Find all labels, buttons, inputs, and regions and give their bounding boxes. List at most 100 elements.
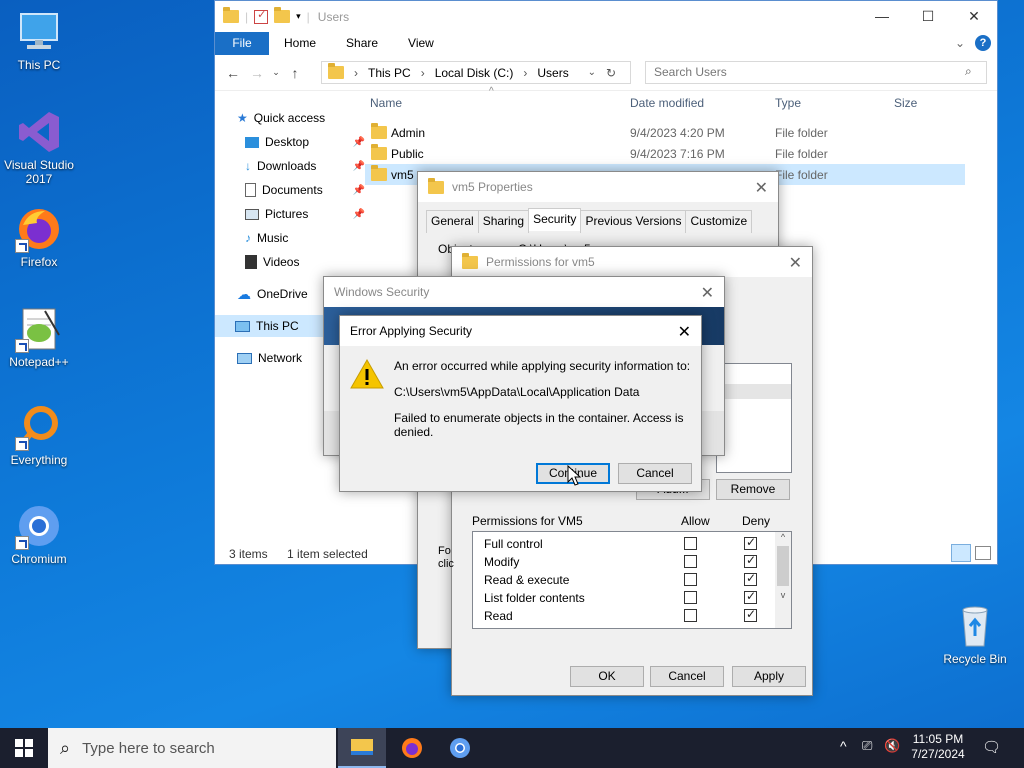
scroll-up-icon[interactable]: ^ <box>775 532 791 542</box>
table-row[interactable]: Admin 9/4/2023 4:20 PM File folder <box>365 122 965 143</box>
tab-previous-versions[interactable]: Previous Versions <box>580 210 687 233</box>
apply-button[interactable]: Apply <box>732 666 806 687</box>
error-dialog[interactable]: Error Applying Security ✕ An error occur… <box>339 315 702 492</box>
volume-muted-icon[interactable]: 🔇 <box>884 738 900 754</box>
breadcrumb-local-disk[interactable]: Local Disk (C:) <box>435 66 514 80</box>
ribbon-tab-view[interactable]: View <box>393 32 449 55</box>
folder-icon <box>223 7 239 23</box>
tab-customize[interactable]: Customize <box>685 210 753 233</box>
customize-qat-icon[interactable]: ▾ <box>296 11 301 22</box>
start-button[interactable] <box>0 728 48 768</box>
desktop-icon-visual-studio[interactable]: Visual Studio 2017 <box>0 108 78 186</box>
deny-checkbox[interactable] <box>744 571 757 586</box>
large-icons-view-icon[interactable] <box>975 546 991 560</box>
nav-pictures[interactable]: Pictures 📌 <box>245 203 365 225</box>
new-folder-icon[interactable] <box>274 7 291 23</box>
help-icon[interactable]: ? <box>975 35 991 51</box>
ok-button[interactable]: OK <box>570 666 644 687</box>
address-bar[interactable]: › This PC › Local Disk (C:) › Users ⌄ ↻ <box>321 61 631 84</box>
deny-checkbox[interactable] <box>744 607 757 622</box>
monitor-icon <box>15 8 63 56</box>
dialog-title-bar[interactable]: vm5 Properties ✕ <box>418 172 778 202</box>
breadcrumb-users[interactable]: Users <box>537 66 568 80</box>
column-header-size[interactable]: Size <box>894 96 917 110</box>
network-status-icon[interactable]: ⎚ <box>862 738 872 754</box>
cancel-button[interactable]: Cancel <box>618 463 692 484</box>
close-icon[interactable]: ✕ <box>701 283 714 303</box>
pin-icon: 📌 <box>352 184 365 196</box>
desktop-icon-this-pc[interactable]: This PC <box>0 8 78 72</box>
close-button[interactable]: ✕ <box>951 1 997 32</box>
expand-ribbon-icon[interactable]: ⌄ <box>955 32 975 55</box>
taskbar: ⌕ Type here to search ^ ⎚ 🔇 11:05 PM 7/2… <box>0 728 1024 768</box>
nav-downloads[interactable]: ↓ Downloads 📌 <box>245 155 365 177</box>
recent-locations-icon[interactable]: ⌄ <box>269 67 283 78</box>
cancel-button[interactable]: Cancel <box>650 666 724 687</box>
close-icon[interactable]: ✕ <box>678 322 691 342</box>
table-row[interactable]: Public 9/4/2023 7:16 PM File folder <box>365 143 965 164</box>
shortcut-arrow-icon <box>15 239 29 253</box>
tab-general[interactable]: General <box>426 210 479 233</box>
nav-documents[interactable]: Documents 📌 <box>245 179 365 201</box>
taskbar-firefox[interactable] <box>388 728 436 768</box>
firefox-icon <box>402 738 422 758</box>
ribbon-tab-home[interactable]: Home <box>269 32 331 55</box>
shortcut-arrow-icon <box>15 536 29 550</box>
forward-arrow-icon[interactable]: → <box>245 65 269 81</box>
maximize-button[interactable]: ☐ <box>905 1 951 32</box>
dialog-title: Permissions for vm5 <box>486 255 595 269</box>
nav-label: Network <box>258 351 303 365</box>
allow-checkbox[interactable] <box>684 555 697 568</box>
column-header-type[interactable]: Type <box>775 96 801 110</box>
group-list[interactable] <box>716 363 792 473</box>
vertical-scrollbar[interactable]: ^ v <box>775 532 791 628</box>
ribbon-file-tab[interactable]: File <box>215 32 269 55</box>
allow-checkbox[interactable] <box>684 609 697 622</box>
dialog-title-bar[interactable]: Permissions for vm5 ✕ <box>452 247 812 277</box>
taskbar-search[interactable]: ⌕ Type here to search <box>48 728 336 768</box>
properties-icon[interactable]: ✓ <box>254 9 269 24</box>
desktop-icon-notepadpp[interactable]: Notepad++ <box>0 305 78 369</box>
close-icon[interactable]: ✕ <box>789 253 802 273</box>
dialog-title-bar[interactable]: Windows Security ✕ <box>324 277 724 307</box>
nav-quick-access[interactable]: ★ Quick access <box>237 107 357 129</box>
scroll-down-icon[interactable]: v <box>775 590 791 600</box>
deny-checkbox[interactable] <box>744 589 757 604</box>
minimize-button[interactable]: — <box>859 1 905 32</box>
search-input[interactable]: Search Users <box>645 61 987 84</box>
up-arrow-icon[interactable]: ↑ <box>283 65 307 81</box>
notifications-icon[interactable]: 🗨 <box>982 738 1001 756</box>
taskbar-file-explorer[interactable] <box>338 728 386 768</box>
explorer-title-bar[interactable]: | ✓ ▾ | Users — ☐ ✕ <box>215 1 997 32</box>
desktop-icon-recycle-bin[interactable]: Recycle Bin <box>936 602 1014 666</box>
taskbar-chromium[interactable] <box>436 728 484 768</box>
desktop-icon-firefox[interactable]: Firefox <box>0 205 78 269</box>
ribbon-tab-share[interactable]: Share <box>331 32 393 55</box>
remove-button[interactable]: Remove <box>716 479 790 500</box>
nav-music[interactable]: ♪ Music <box>245 227 365 249</box>
deny-checkbox[interactable] <box>744 553 757 568</box>
allow-checkbox[interactable] <box>684 537 697 550</box>
allow-checkbox[interactable] <box>684 573 697 586</box>
breadcrumb-this-pc[interactable]: This PC <box>368 66 411 80</box>
address-dropdown-icon[interactable]: ⌄ <box>588 67 596 78</box>
desktop-icon-everything[interactable]: Everything <box>0 403 78 467</box>
details-view-icon[interactable] <box>951 544 971 562</box>
scroll-thumb[interactable] <box>777 546 789 586</box>
close-icon[interactable]: ✕ <box>755 178 768 198</box>
show-hidden-icons-icon[interactable]: ^ <box>840 738 847 754</box>
allow-checkbox[interactable] <box>684 591 697 604</box>
column-header-date[interactable]: Date modified <box>630 96 704 110</box>
tab-security[interactable]: Security <box>528 208 582 231</box>
column-header-name[interactable]: Name <box>370 96 402 110</box>
nav-videos[interactable]: Videos <box>245 251 365 273</box>
refresh-icon[interactable]: ↻ <box>606 66 616 80</box>
clock[interactable]: 11:05 PM 7/27/2024 <box>908 732 968 762</box>
dialog-title-bar[interactable]: Error Applying Security ✕ <box>340 316 701 346</box>
tab-sharing[interactable]: Sharing <box>477 210 530 233</box>
search-icon[interactable]: ⌕ <box>965 64 972 79</box>
nav-desktop[interactable]: Desktop 📌 <box>245 131 365 153</box>
desktop-icon-chromium[interactable]: Chromium <box>0 502 78 566</box>
deny-checkbox[interactable] <box>744 535 757 550</box>
back-arrow-icon[interactable]: ← <box>221 65 245 81</box>
